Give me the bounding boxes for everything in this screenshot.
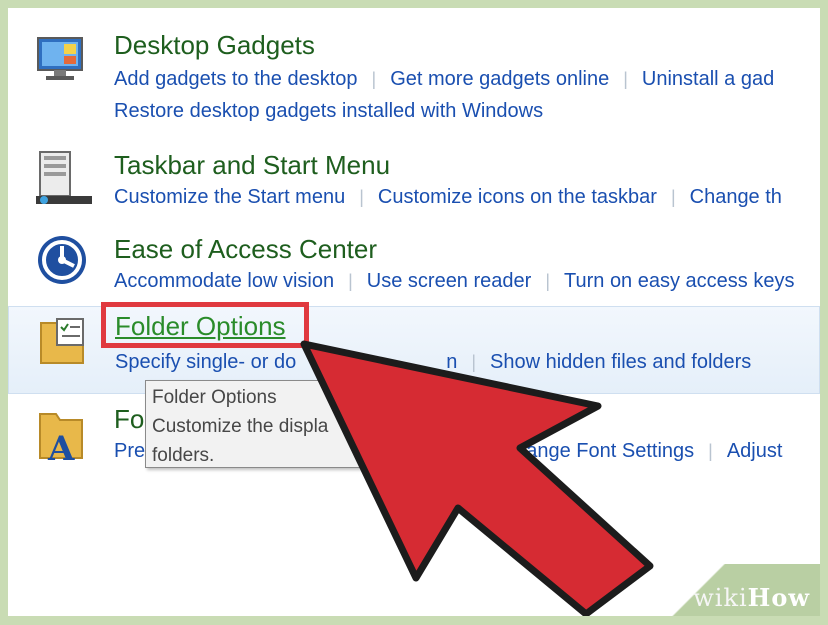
watermark-how: How xyxy=(747,583,810,612)
watermark-wiki: wiki xyxy=(693,584,748,612)
watermark-text: wikiHow xyxy=(693,583,810,612)
wikihow-watermark: wikiHow xyxy=(660,564,820,616)
pointer-arrow-icon xyxy=(300,340,654,616)
control-panel-window: Desktop Gadgets Add gadgets to the deskt… xyxy=(8,8,820,616)
